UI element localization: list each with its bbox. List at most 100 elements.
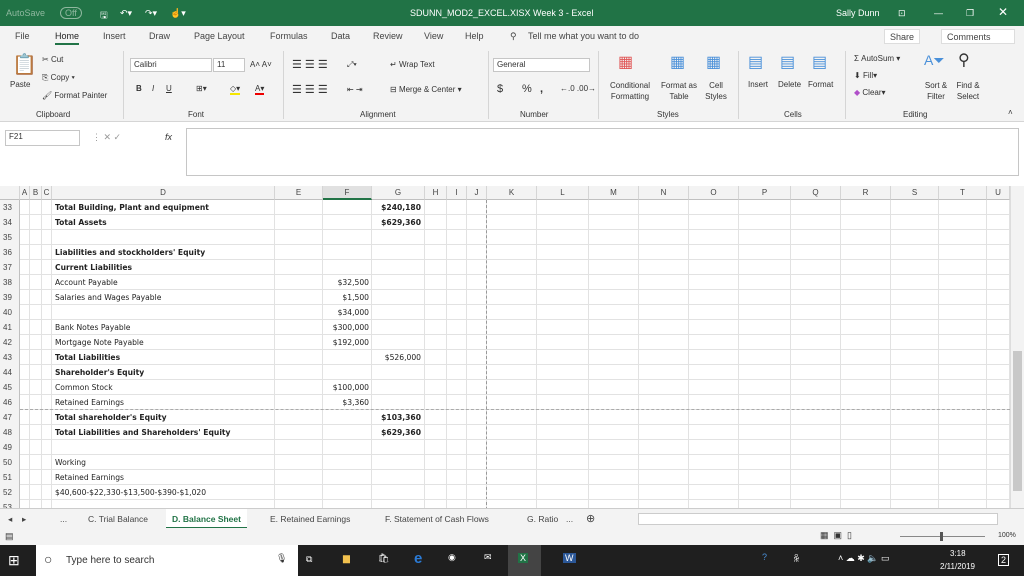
cell-f[interactable] <box>323 500 369 508</box>
add-sheet-icon[interactable]: ⊕ <box>586 512 595 525</box>
cell-d[interactable] <box>55 440 275 455</box>
taskbar-search-input[interactable]: Type here to search <box>66 555 154 566</box>
row-header[interactable]: 38 <box>0 275 20 290</box>
clock-date[interactable]: 2/11/2019 <box>940 562 975 571</box>
column-header-r[interactable]: R <box>841 186 891 200</box>
cell-g[interactable] <box>372 500 421 508</box>
font-name-select[interactable]: Calibri <box>130 58 212 72</box>
sheet-tab-cash-flows[interactable]: F. Statement of Cash Flows <box>385 514 489 524</box>
row-header[interactable]: 46 <box>0 395 20 410</box>
horizontal-scrollbar[interactable] <box>638 513 998 525</box>
row-header[interactable]: 53 <box>0 500 20 508</box>
formula-input[interactable] <box>186 128 1019 176</box>
cell-d[interactable]: Working <box>55 455 275 470</box>
decimal-icons[interactable]: ←.0 .00→ <box>560 84 596 93</box>
cell-f[interactable] <box>323 350 369 365</box>
cell-f[interactable] <box>323 470 369 485</box>
tab-insert[interactable]: Insert <box>103 31 126 41</box>
cell-f[interactable] <box>323 365 369 380</box>
cell-g[interactable] <box>372 485 421 500</box>
microphone-icon[interactable]: 🎙 <box>276 553 287 564</box>
cell-g[interactable] <box>372 245 421 260</box>
align-top-icons[interactable]: ☰ ☰ ☰ <box>292 58 328 71</box>
view-buttons[interactable]: ▦ ▣ ▯ <box>820 530 852 541</box>
row-header[interactable]: 43 <box>0 350 20 365</box>
file-explorer-icon[interactable]: ▆ <box>343 553 350 564</box>
column-header-i[interactable]: I <box>447 186 467 200</box>
cell-f[interactable]: $3,360 <box>323 395 369 410</box>
row-header[interactable]: 49 <box>0 440 20 455</box>
autosum-button[interactable]: Σ AutoSum ▾ <box>854 54 900 63</box>
word-icon[interactable]: W <box>563 553 576 563</box>
sheet-tab-ratio[interactable]: G. Ratio <box>527 514 558 524</box>
percent-button[interactable]: % <box>522 83 532 95</box>
autosave-toggle[interactable]: Off <box>60 7 82 19</box>
tab-file[interactable]: File <box>15 31 30 41</box>
people-icon[interactable]: ꆜ <box>793 553 800 565</box>
cell-g[interactable] <box>372 305 421 320</box>
clear-button[interactable]: ◆ Clear▾ <box>854 88 886 97</box>
row-header[interactable]: 39 <box>0 290 20 305</box>
format-cells-button[interactable]: Format <box>808 80 833 89</box>
bold-button[interactable]: B <box>136 84 142 93</box>
share-button[interactable]: Share <box>884 29 921 44</box>
cell-d[interactable]: Current Liabilities <box>55 260 275 275</box>
row-header[interactable]: 41 <box>0 320 20 335</box>
tab-home[interactable]: Home <box>55 31 80 45</box>
sheet-tab-more-right[interactable]: ... <box>566 514 573 524</box>
row-header[interactable]: 35 <box>0 230 20 245</box>
redo-icon[interactable]: ↷▾ <box>145 8 157 19</box>
column-header-o[interactable]: O <box>689 186 739 200</box>
row-header[interactable]: 47 <box>0 410 20 425</box>
format-as-table-button[interactable]: Format as Table <box>658 80 700 102</box>
minimize-icon[interactable]: — <box>934 8 943 18</box>
spreadsheet-grid[interactable]: ABCDEFGHIJKLMNOPQRSTU 33 Total Building, … <box>0 186 1024 508</box>
cell-f[interactable] <box>323 425 369 440</box>
cell-d[interactable]: $40,600-$22,330-$13,500-$390-$1,020 <box>55 485 275 500</box>
cell-g[interactable] <box>372 455 421 470</box>
cell-g[interactable]: $103,360 <box>372 410 421 425</box>
column-header-t[interactable]: T <box>939 186 987 200</box>
cell-f[interactable] <box>323 410 369 425</box>
cell-f[interactable] <box>323 230 369 245</box>
task-view-icon[interactable]: ⧉ <box>306 554 312 565</box>
cell-f[interactable]: $32,500 <box>323 275 369 290</box>
zoom-slider-thumb[interactable] <box>940 532 943 541</box>
cell-g[interactable] <box>372 365 421 380</box>
cell-f[interactable]: $100,000 <box>323 380 369 395</box>
row-header[interactable]: 51 <box>0 470 20 485</box>
column-header-m[interactable]: M <box>589 186 639 200</box>
mail-icon[interactable]: ✉ <box>484 552 492 563</box>
cell-d[interactable]: Common Stock <box>55 380 275 395</box>
tab-review[interactable]: Review <box>373 31 403 41</box>
save-icon[interactable]: 🖫 <box>100 8 108 24</box>
cell-d[interactable]: Total Liabilities and Shareholders' Equi… <box>55 425 275 440</box>
user-name[interactable]: Sally Dunn <box>836 8 880 18</box>
column-header-b[interactable]: B <box>30 186 42 200</box>
font-grow-icon[interactable]: A˄ A˅ <box>250 60 272 69</box>
cell-f[interactable] <box>323 260 369 275</box>
font-size-select[interactable]: 11 <box>213 58 245 72</box>
clock-time[interactable]: 3:18 <box>950 549 966 558</box>
row-header[interactable]: 48 <box>0 425 20 440</box>
cell-f[interactable] <box>323 200 369 215</box>
store-icon[interactable]: 🛍 <box>378 553 389 564</box>
find-select-button[interactable]: Find & Select <box>952 80 984 102</box>
macro-record-icon[interactable]: ▤ <box>5 531 14 542</box>
currency-button[interactable]: $ <box>497 83 503 95</box>
tab-page-layout[interactable]: Page Layout <box>194 31 245 41</box>
row-header[interactable]: 42 <box>0 335 20 350</box>
comments-button[interactable]: Comments <box>941 29 1015 44</box>
conditional-formatting-button[interactable]: Conditional Formatting <box>604 80 656 102</box>
tab-data[interactable]: Data <box>331 31 350 41</box>
tray-icons[interactable]: ˄ ☁ ✱ 🔈 ▭ <box>838 553 890 564</box>
italic-button[interactable]: I <box>152 84 154 93</box>
indent-icons[interactable]: ⇤ ⇥ <box>347 85 363 94</box>
cell-f[interactable] <box>323 215 369 230</box>
column-header-s[interactable]: S <box>891 186 939 200</box>
number-format-select[interactable]: General <box>493 58 590 72</box>
column-header-d[interactable]: D <box>52 186 275 200</box>
name-box[interactable]: F21 <box>5 130 80 146</box>
cell-g[interactable]: $629,360 <box>372 425 421 440</box>
notifications-icon[interactable]: 2 <box>998 554 1010 566</box>
